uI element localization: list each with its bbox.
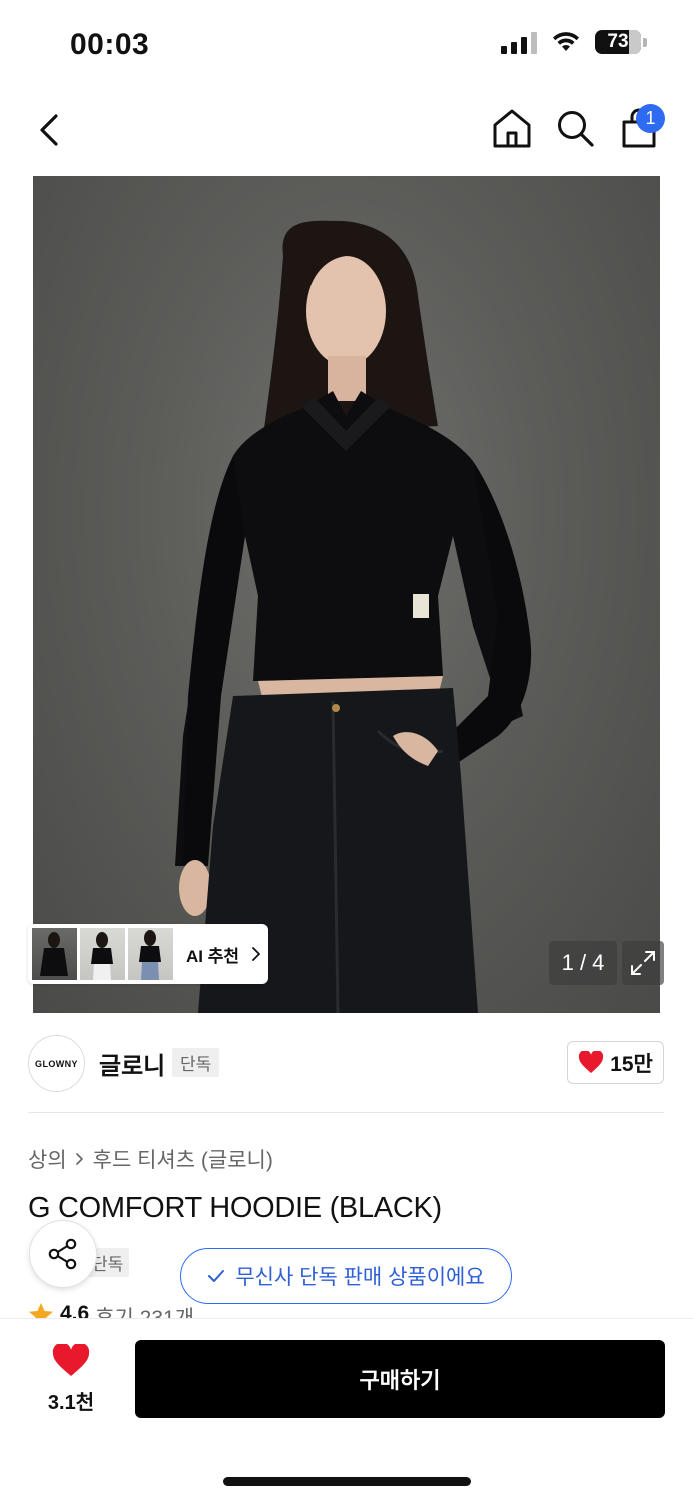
chevron-right-icon	[75, 1153, 83, 1165]
home-indicator	[223, 1477, 471, 1486]
cart-count-badge: 1	[636, 104, 665, 133]
exclusive-sale-notice: 무신사 단독 판매 상품이에요	[180, 1248, 512, 1304]
chevron-right-icon	[252, 947, 260, 961]
search-icon[interactable]	[553, 106, 597, 150]
brand-exclusive-tag: 단독	[172, 1048, 220, 1077]
breadcrumb: 상의 후드 티셔츠 (글로니)	[28, 1144, 273, 1174]
brand-logo[interactable]: GLOWNY	[28, 1035, 85, 1092]
expand-image-button[interactable]	[622, 941, 664, 985]
ai-recommend-button[interactable]: AI 추천	[28, 924, 268, 984]
brand-like-button[interactable]: 15만	[567, 1041, 664, 1084]
breadcrumb-subcategory[interactable]: 후드 티셔츠 (글로니)	[93, 1144, 273, 1174]
buy-button[interactable]: 구매하기	[135, 1340, 665, 1418]
heart-icon	[579, 1051, 604, 1073]
heart-icon[interactable]	[52, 1344, 90, 1378]
brand-like-count: 15만	[610, 1052, 653, 1076]
recommend-thumbnail[interactable]	[32, 928, 77, 980]
expand-icon	[631, 951, 655, 975]
ai-recommend-label: AI 추천	[186, 946, 240, 966]
recommend-thumbnail[interactable]	[128, 928, 173, 980]
breadcrumb-category[interactable]: 상의	[28, 1144, 67, 1174]
product-image[interactable]	[33, 176, 660, 1013]
exclusive-sale-text: 무신사 단독 판매 상품이에요	[235, 1266, 485, 1289]
cellular-signal-icon	[501, 30, 537, 54]
status-time: 00:03	[70, 28, 150, 61]
product-title: G COMFORT HOODIE (BLACK)	[28, 1192, 442, 1224]
share-button[interactable]	[29, 1220, 97, 1288]
divider	[28, 1112, 664, 1113]
image-page-counter: 1 / 4	[549, 941, 617, 985]
share-icon	[48, 1238, 77, 1270]
status-bar: 00:03 73	[0, 0, 693, 92]
recommend-thumbnail[interactable]	[80, 928, 125, 980]
brand-name[interactable]: 글로니	[99, 1046, 165, 1081]
back-chevron-icon[interactable]	[30, 108, 70, 152]
wifi-icon	[553, 32, 579, 51]
top-nav	[0, 92, 693, 172]
battery-level: 73	[607, 31, 629, 52]
product-like-count: 3.1천	[47, 1392, 95, 1414]
home-icon[interactable]	[490, 106, 534, 150]
checkmark-icon	[208, 1270, 225, 1282]
status-icons: 73	[501, 30, 647, 54]
model-photo	[175, 220, 532, 1013]
battery-icon: 73	[595, 30, 647, 54]
